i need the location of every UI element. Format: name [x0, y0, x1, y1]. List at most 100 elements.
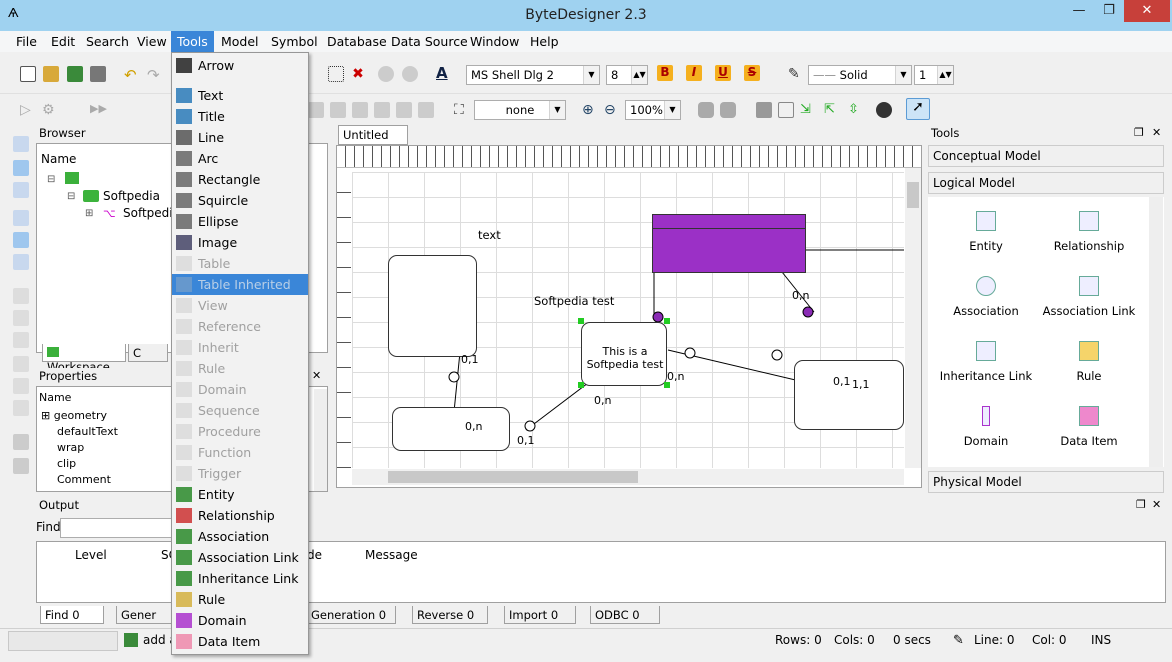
tab-generation[interactable]: Generation 0: [306, 606, 396, 624]
menu-file[interactable]: File: [16, 34, 37, 49]
tool-b-icon[interactable]: [330, 102, 346, 118]
align-center-icon[interactable]: [13, 310, 29, 326]
tools-menu-item-reference[interactable]: Reference: [172, 316, 308, 337]
tools-menu-item-line[interactable]: Line: [172, 127, 308, 148]
tool-domain[interactable]: Domain: [936, 406, 1036, 448]
settings-icon[interactable]: ⚙: [42, 102, 58, 118]
tools-menu-item-relationship[interactable]: Relationship: [172, 505, 308, 526]
redo-icon[interactable]: ↷: [147, 66, 163, 84]
db-icon[interactable]: [698, 102, 714, 118]
italic-icon[interactable]: I: [686, 65, 702, 81]
entity-box[interactable]: [392, 407, 510, 451]
tools-menu-item-function[interactable]: Function: [172, 442, 308, 463]
forward-icon[interactable]: ▶▶: [90, 102, 107, 118]
tool-data-item[interactable]: Data Item: [1039, 406, 1139, 448]
nav-icon-5[interactable]: [13, 232, 29, 248]
tool-entity[interactable]: Entity: [936, 211, 1036, 253]
open-icon[interactable]: [43, 66, 59, 82]
scroll-thumb[interactable]: [388, 471, 638, 483]
tool-association[interactable]: Association: [936, 276, 1036, 318]
bring-front-icon[interactable]: [13, 434, 29, 450]
print-icon[interactable]: [90, 66, 106, 82]
tool-e-icon[interactable]: [396, 102, 412, 118]
nav-icon-4[interactable]: [13, 210, 29, 226]
property-row[interactable]: ⊞ geometry: [41, 409, 107, 422]
diagram-canvas[interactable]: This is a Softpedia test text Softpedia …: [352, 172, 904, 468]
tool-a-icon[interactable]: [308, 102, 324, 118]
db-export-icon[interactable]: [720, 102, 736, 118]
property-row[interactable]: defaultText: [57, 425, 118, 438]
selection-handle[interactable]: [578, 382, 584, 388]
tool-c-icon[interactable]: [352, 102, 368, 118]
nav-icon-1[interactable]: [13, 136, 29, 152]
tools-menu-item-table[interactable]: Table: [172, 253, 308, 274]
tab-reverse[interactable]: Reverse 0: [412, 606, 488, 624]
tool-d-icon[interactable]: [374, 102, 390, 118]
float-icon[interactable]: ❐: [1136, 498, 1146, 511]
tools-menu-item-image[interactable]: Image: [172, 232, 308, 253]
font-select[interactable]: MS Shell Dlg 2 ▼: [466, 65, 600, 85]
tool-association-link[interactable]: Association Link: [1039, 276, 1139, 318]
tools-menu-item-title[interactable]: Title: [172, 106, 308, 127]
connect-icon[interactable]: ⇲: [800, 102, 816, 118]
menu-window[interactable]: Window: [470, 34, 519, 49]
tools-menu-item-arc[interactable]: Arc: [172, 148, 308, 169]
tools-menu-item-arrow[interactable]: Arrow: [172, 55, 308, 76]
find-input[interactable]: [60, 518, 180, 538]
underline-icon[interactable]: U: [715, 65, 731, 81]
tree-expander-icon[interactable]: ⊞: [85, 208, 93, 219]
text-label[interactable]: text: [478, 228, 501, 242]
connect3-icon[interactable]: ⇳: [848, 102, 864, 118]
select-all-icon[interactable]: [328, 66, 344, 82]
menu-symbol[interactable]: Symbol: [271, 34, 318, 49]
tools-menu-item-association[interactable]: Association: [172, 526, 308, 547]
zoom-in-icon[interactable]: ⊕: [582, 102, 598, 118]
entity-box[interactable]: [794, 360, 904, 430]
send-back-icon[interactable]: [13, 458, 29, 474]
tools-menu-item-rule[interactable]: Rule: [172, 358, 308, 379]
tools-menu-item-squircle[interactable]: Squircle: [172, 190, 308, 211]
property-row[interactable]: Comment: [57, 473, 111, 486]
property-row[interactable]: clip: [57, 457, 76, 470]
tools-menu-item-inheritance-link[interactable]: Inheritance Link: [172, 568, 308, 589]
tools-scrollbar[interactable]: [1149, 197, 1163, 467]
layout-icon[interactable]: [756, 102, 772, 118]
tab-find[interactable]: Find 0: [40, 606, 104, 624]
tab-workspace[interactable]: Workspace: [42, 344, 126, 374]
line-width-spinner[interactable]: 1 ▲▼: [914, 65, 954, 85]
section-logical[interactable]: Logical Model: [928, 172, 1164, 194]
horizontal-scrollbar[interactable]: [352, 469, 904, 485]
undo-icon[interactable]: ↶: [124, 66, 140, 84]
selected-association[interactable]: This is a Softpedia test: [581, 322, 667, 386]
bold-icon[interactable]: B: [657, 65, 673, 81]
tools-menu-item-domain[interactable]: Domain: [172, 610, 308, 631]
strikeout-icon[interactable]: S: [744, 65, 760, 81]
property-row[interactable]: wrap: [57, 441, 84, 454]
tab-odbc[interactable]: ODBC 0: [590, 606, 660, 624]
pointer-tool-icon[interactable]: ➚: [906, 98, 930, 120]
globe-icon[interactable]: [876, 102, 892, 118]
delete-icon[interactable]: ✖: [350, 66, 366, 82]
tools-menu-item-table-inherited[interactable]: Table Inherited: [172, 274, 308, 295]
close-icon[interactable]: ✕: [1152, 126, 1161, 139]
align-right-icon[interactable]: [13, 332, 29, 348]
fill-color-icon[interactable]: ⛶: [454, 102, 470, 118]
nav-icon-3[interactable]: [13, 182, 29, 198]
line-style-select[interactable]: —— Solid ▼: [808, 65, 912, 85]
tool-rule[interactable]: Rule: [1039, 341, 1139, 383]
menu-database[interactable]: Database: [327, 34, 387, 49]
vertical-scrollbar[interactable]: [905, 168, 921, 468]
zoom-out-icon[interactable]: ⊖: [604, 102, 620, 118]
tool-f-icon[interactable]: [418, 102, 434, 118]
zoom-select[interactable]: 100% ▼: [625, 100, 681, 120]
selection-handle[interactable]: [664, 318, 670, 324]
nav-icon-6[interactable]: [13, 254, 29, 270]
tools-menu-item-text[interactable]: Text: [172, 85, 308, 106]
font-size-spinner[interactable]: 8 ▲▼: [606, 65, 648, 85]
menu-view[interactable]: View: [137, 34, 167, 49]
nav-icon-2[interactable]: [13, 160, 29, 176]
tools-menu-item-trigger[interactable]: Trigger: [172, 463, 308, 484]
tools-menu-item-inherit[interactable]: Inherit: [172, 337, 308, 358]
connect2-icon[interactable]: ⇱: [824, 102, 840, 118]
entity-box[interactable]: [388, 255, 477, 357]
